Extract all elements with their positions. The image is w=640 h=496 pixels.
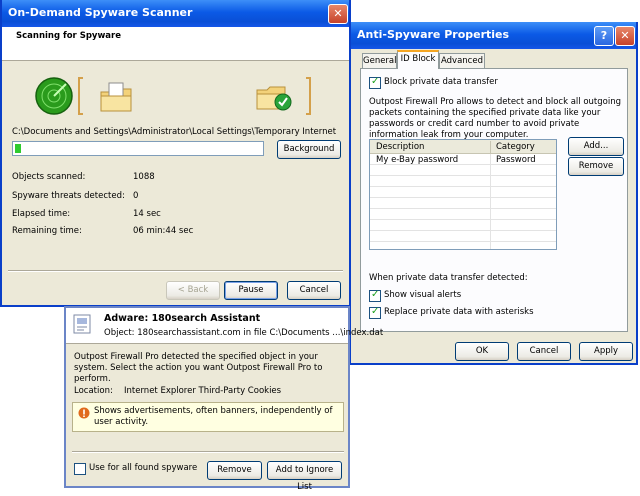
add-to-ignore-list-button[interactable]: Add to Ignore List: [267, 461, 342, 492]
block-private-data-label: Block private data transfer: [384, 77, 498, 87]
column-divider: [490, 141, 491, 153]
apply-button[interactable]: Apply: [579, 342, 633, 361]
tab-advanced[interactable]: Advanced: [439, 53, 485, 68]
private-data-list[interactable]: Description Category My e-Bay password P…: [369, 139, 557, 250]
row-category[interactable]: Password: [496, 155, 536, 165]
stat-label-objects: Objects scanned:: [12, 172, 86, 182]
document-folder-icon: [100, 82, 132, 112]
stat-value-elapsed: 14 sec: [133, 209, 161, 219]
ok-button[interactable]: OK: [455, 342, 509, 361]
properties-title: Anti-Spyware Properties: [357, 28, 510, 41]
stat-value-objects: 1088: [133, 172, 155, 182]
alert-header: Adware: 180search Assistant Object: 180s…: [66, 308, 383, 344]
scanner-separator: [8, 270, 343, 272]
stat-label-elapsed: Elapsed time:: [12, 209, 71, 219]
replace-asterisks-checkbox[interactable]: [369, 306, 381, 319]
alert-message: Outpost Firewall Pro detected the specif…: [74, 352, 323, 384]
info-text: Shows advertisements, often banners, ind…: [94, 406, 333, 427]
back-button[interactable]: < Back: [166, 281, 220, 300]
row-description[interactable]: My e-Bay password: [376, 155, 458, 165]
block-private-data-checkbox[interactable]: [369, 76, 381, 89]
radar-icon: [35, 77, 73, 115]
scanner-titlebar[interactable]: On-Demand Spyware Scanner ✕: [2, 0, 349, 27]
alert-title: Adware: 180search Assistant: [104, 313, 261, 324]
scan-progress-fill: [15, 144, 22, 153]
list-grid: [370, 154, 556, 249]
help-button[interactable]: ?: [594, 26, 614, 46]
bracket-left-icon: [78, 77, 83, 115]
clean-folder-icon: [256, 86, 292, 111]
scan-progress-bar: [12, 141, 264, 156]
scan-path: C:\Documents and Settings\Administrator\…: [12, 127, 337, 137]
list-column-line: [490, 154, 491, 249]
properties-cancel-button[interactable]: Cancel: [517, 342, 571, 361]
column-description[interactable]: Description: [376, 142, 424, 152]
scanner-close-button[interactable]: ✕: [328, 4, 348, 24]
stat-value-remaining: 06 min:44 sec: [133, 226, 194, 236]
properties-close-button[interactable]: ✕: [615, 26, 635, 46]
properties-window: Anti-Spyware Properties ? ✕ General ID B…: [349, 22, 638, 365]
stat-label-threats: Spyware threats detected:: [12, 191, 125, 201]
list-header: Description Category: [370, 140, 556, 154]
properties-titlebar[interactable]: Anti-Spyware Properties ? ✕: [351, 22, 636, 49]
show-visual-alerts-label: Show visual alerts: [384, 290, 462, 300]
adware-icon: [73, 314, 91, 334]
info-box: Shows advertisements, often banners, ind…: [72, 402, 344, 432]
column-category[interactable]: Category: [496, 142, 535, 152]
replace-asterisks-label: Replace private data with asterisks: [384, 307, 534, 317]
tab-panel: Block private data transfer Outpost Fire…: [360, 68, 628, 332]
add-button[interactable]: Add...: [568, 137, 624, 156]
tab-general[interactable]: General: [362, 53, 397, 68]
scanner-cancel-button[interactable]: Cancel: [287, 281, 341, 300]
stat-value-threats: 0: [133, 191, 139, 201]
scanner-window: On-Demand Spyware Scanner ✕ Scanning for…: [0, 0, 351, 307]
location-value: Internet Explorer Third-Party Cookies: [124, 386, 282, 396]
bracket-right-icon: [306, 77, 311, 115]
when-detected-label: When private data transfer detected:: [369, 273, 528, 283]
use-for-all-checkbox[interactable]: [74, 463, 86, 475]
alert-object: Object: 180searchassistant.com in file C…: [104, 328, 384, 338]
pause-button[interactable]: Pause: [224, 281, 278, 300]
scanner-header: Scanning for Spyware: [2, 27, 349, 61]
show-visual-alerts-checkbox[interactable]: [369, 289, 381, 302]
scanner-heading: Scanning for Spyware: [16, 31, 121, 41]
alert-separator: [72, 451, 344, 453]
properties-description: Outpost Firewall Pro allows to detect an…: [369, 97, 621, 140]
alert-window: Adware: 180search Assistant Object: 180s…: [64, 306, 383, 492]
alert-remove-button[interactable]: Remove: [207, 461, 262, 480]
use-for-all-label: Use for all found spyware: [89, 463, 198, 473]
remove-button[interactable]: Remove: [568, 157, 624, 176]
warning-icon: [78, 407, 90, 419]
scanner-title: On-Demand Spyware Scanner: [8, 6, 193, 19]
tab-id-block[interactable]: ID Block: [397, 50, 439, 69]
background-button[interactable]: Background: [277, 140, 341, 159]
stat-label-remaining: Remaining time:: [12, 226, 82, 236]
location-label: Location:: [74, 386, 113, 396]
